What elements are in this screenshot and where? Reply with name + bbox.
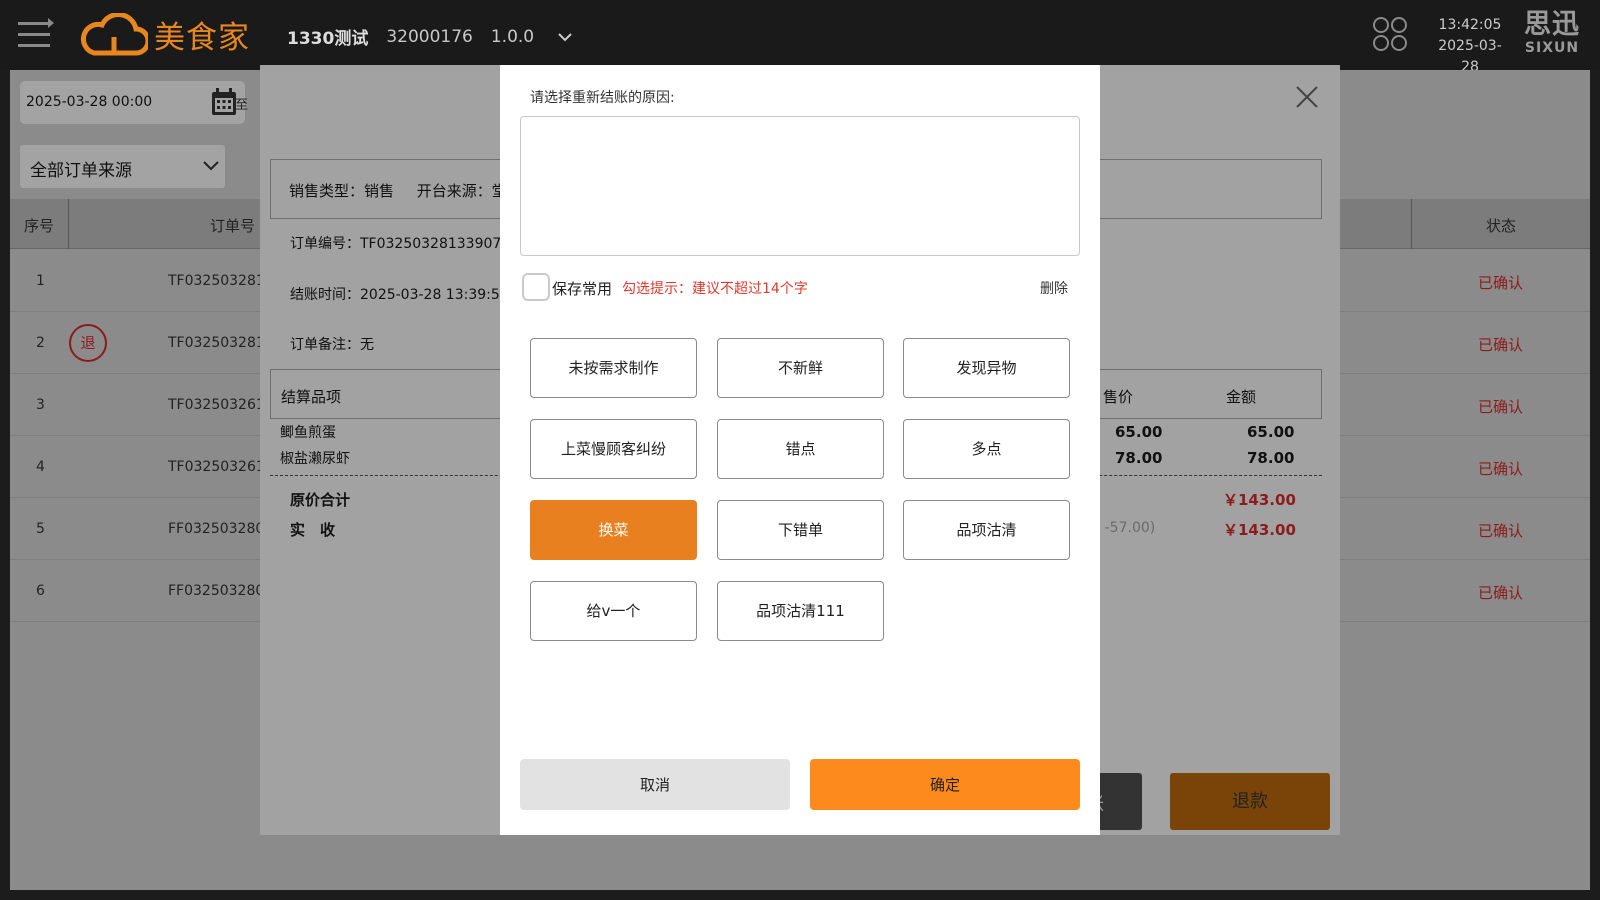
actual-total: ￥143.00: [1223, 521, 1296, 539]
row-seq: 2: [36, 335, 45, 351]
reason-option[interactable]: 给v一个: [530, 581, 697, 641]
item-price: 78.00: [1115, 449, 1163, 467]
row-order-no: FF0325032809: [168, 521, 274, 537]
row-seq: 5: [36, 521, 45, 537]
reason-option[interactable]: 未按需求制作: [530, 338, 697, 398]
refund-badge: 退: [69, 324, 107, 362]
reason-textarea[interactable]: [520, 116, 1080, 256]
row-order-no: TF0325032616: [168, 397, 274, 413]
confirm-button[interactable]: 确定: [810, 759, 1080, 810]
reason-option[interactable]: 多点: [903, 419, 1070, 479]
save-common-label[interactable]: 保存常用: [552, 278, 612, 299]
hint-text: 勾选提示：建议不超过14个字: [622, 281, 808, 297]
original-total-label: 原价合计: [290, 491, 351, 509]
row-order-no: TF0325032615: [168, 459, 274, 475]
col-status: 状态: [1486, 217, 1517, 235]
company-logo: 思迅 SIXUN: [1524, 9, 1580, 57]
apps-grid-icon[interactable]: [1372, 16, 1408, 52]
item-amount: 65.00: [1247, 423, 1295, 441]
date-range-separator: 至: [235, 98, 249, 113]
col-order-no: 订单号: [210, 217, 256, 235]
row-order-no: TF0325032813: [168, 273, 274, 289]
amount-label: 金额: [1226, 388, 1257, 406]
item-name: 椒盐濑尿虾: [280, 451, 350, 467]
sale-type: 销售类型：销售: [289, 182, 395, 200]
clock-time: 13:42:05: [1438, 17, 1502, 33]
save-common-checkbox[interactable]: [522, 273, 550, 301]
checkout-time: 结账时间：2025-03-28 13:39:54: [290, 287, 509, 303]
cancel-button[interactable]: 取消: [520, 759, 790, 810]
row-status: 已确认: [1478, 522, 1524, 540]
item-amount: 78.00: [1247, 449, 1295, 467]
close-icon[interactable]: [1295, 85, 1319, 109]
col-divider: [68, 199, 69, 249]
reason-option[interactable]: 上菜慢顾客纠纷: [530, 419, 697, 479]
reason-option-selected[interactable]: 换菜: [530, 500, 697, 560]
reason-option[interactable]: 错点: [717, 419, 884, 479]
row-seq: 4: [36, 459, 45, 475]
open-source: 开台来源：堂: [416, 182, 507, 200]
row-order-no: FF0325032809: [168, 583, 274, 599]
delete-button[interactable]: 删除: [1040, 278, 1068, 298]
order-note: 订单备注：无: [290, 337, 374, 353]
store-name: 1330测试: [287, 29, 369, 49]
row-seq: 3: [36, 397, 45, 413]
row-status: 已确认: [1478, 274, 1524, 292]
actual-label: 实 收: [290, 521, 336, 539]
items-label: 结算品项: [281, 388, 342, 406]
calendar-icon: [212, 88, 236, 115]
price-label: 售价: [1103, 388, 1134, 406]
store-id: 32000176: [386, 26, 473, 47]
brand-logo: 美食家: [80, 12, 250, 57]
company-name-en: SIXUN: [1524, 40, 1580, 56]
store-info: 1330测试 32000176 1.0.0: [287, 24, 590, 49]
col-divider: [1411, 199, 1412, 249]
top-bar: 美食家 1330测试 32000176 1.0.0 13:42:05 2025-…: [0, 0, 1600, 75]
chevron-down-icon: [203, 161, 219, 171]
hamburger-menu-icon[interactable]: [18, 16, 54, 52]
row-order-no: TF0325032813: [168, 335, 274, 351]
refund-button[interactable]: 退款: [1170, 773, 1330, 830]
company-name-cn: 思迅: [1524, 9, 1580, 40]
row-status: 已确认: [1478, 460, 1524, 478]
reason-option[interactable]: 品项沽清: [903, 500, 1070, 560]
row-status: 已确认: [1478, 584, 1524, 602]
dialog-title: 请选择重新结账的原因:: [530, 90, 675, 106]
reason-option[interactable]: 不新鲜: [717, 338, 884, 398]
col-seq: 序号: [24, 217, 55, 235]
order-source-value: 全部订单来源: [30, 161, 132, 181]
reason-option[interactable]: 下错单: [717, 500, 884, 560]
row-seq: 6: [36, 583, 45, 599]
item-name: 鲫鱼煎蛋: [280, 425, 336, 441]
reason-option[interactable]: 发现异物: [903, 338, 1070, 398]
cloud-logo-icon: [80, 12, 148, 55]
chevron-down-icon: [558, 32, 572, 41]
order-source-select[interactable]: 全部订单来源: [20, 145, 225, 188]
rebill-reason-dialog: 请选择重新结账的原因: 保存常用 勾选提示：建议不超过14个字 删除 未按需求制…: [500, 65, 1100, 835]
item-price: 65.00: [1115, 423, 1163, 441]
row-status: 已确认: [1478, 336, 1524, 354]
start-date-input[interactable]: 2025-03-28 00:00: [20, 81, 245, 124]
version-label: 1.0.0: [490, 26, 535, 47]
row-seq: 1: [36, 273, 45, 289]
start-date-value: 2025-03-28 00:00: [26, 94, 153, 110]
clock: 13:42:05 2025-03-28: [1430, 15, 1510, 78]
brand-name: 美食家: [154, 20, 250, 56]
row-status: 已确认: [1478, 398, 1524, 416]
order-number: 订单编号：TF032503281339070: [290, 236, 511, 252]
version-dropdown[interactable]: 1.0.0: [491, 27, 572, 47]
reason-option[interactable]: 品项沽清111: [717, 581, 884, 641]
original-total: ￥143.00: [1223, 491, 1296, 509]
